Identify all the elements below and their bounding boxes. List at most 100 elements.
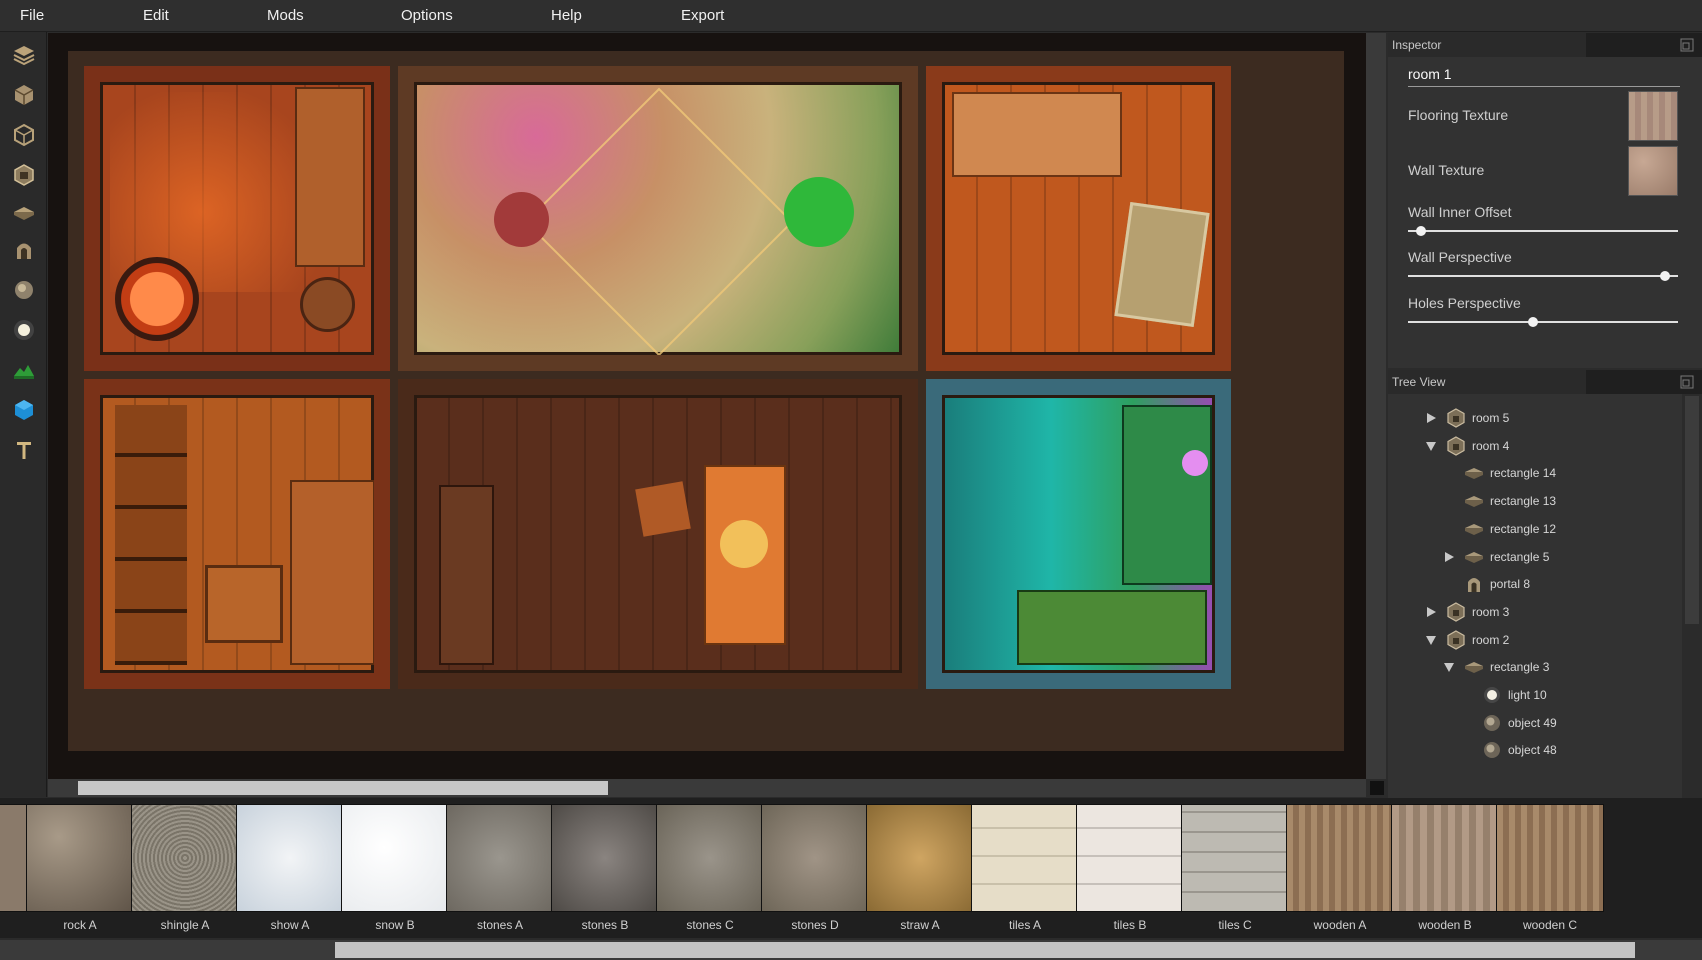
tree-item[interactable]: object 49 [1460, 711, 1557, 735]
tree-item-label: rectangle 5 [1490, 549, 1550, 564]
light-icon[interactable] [11, 317, 37, 343]
texture-tile[interactable] [131, 804, 239, 912]
texture-tile[interactable] [236, 804, 344, 912]
tree-item[interactable]: rectangle 13 [1442, 489, 1556, 513]
cube-icon[interactable] [11, 397, 37, 423]
tree-item[interactable]: room 5 [1424, 406, 1509, 430]
collapse-arrow-icon[interactable] [1424, 605, 1438, 619]
map-vertical-scrollbar[interactable] [1366, 33, 1386, 779]
wall-inner-offset-slider[interactable] [1408, 224, 1678, 238]
menu-edit[interactable]: Edit [143, 7, 169, 24]
texture-strip-scrollbar[interactable] [0, 940, 1702, 960]
tree-item[interactable]: room 4 [1424, 434, 1509, 458]
room-library[interactable] [926, 379, 1231, 689]
tree-item-label: object 49 [1508, 715, 1557, 730]
collapse-arrow-icon[interactable] [1424, 411, 1438, 425]
wall-texture-swatch[interactable] [1628, 146, 1678, 196]
wall-perspective-slider[interactable] [1408, 269, 1678, 283]
restore-icon[interactable] [1680, 375, 1694, 389]
tree-item-label: portal 8 [1490, 577, 1531, 592]
texture-tile[interactable] [26, 804, 134, 912]
terrain-icon[interactable] [11, 357, 37, 383]
room-icon [1446, 629, 1466, 650]
object-icon[interactable] [11, 277, 37, 303]
tree-view-panel: Tree View room 5 room 4 rectangle 14 rectan… [1388, 370, 1702, 798]
tree-item[interactable]: rectangle 14 [1442, 461, 1556, 485]
texture-tile[interactable] [551, 804, 659, 912]
texture-label: tiles C [1218, 918, 1252, 932]
portal-icon[interactable] [11, 237, 37, 263]
tree-scrollbar[interactable] [1682, 394, 1702, 798]
tree-item-label: rectangle 13 [1490, 494, 1557, 509]
room-icon[interactable] [11, 162, 37, 188]
texture-tile[interactable] [656, 804, 764, 912]
map-horizontal-scrollbar[interactable] [48, 779, 1366, 797]
texture-tile[interactable] [1286, 804, 1394, 912]
slider-knob[interactable] [1527, 317, 1538, 327]
barrel-stack [115, 405, 187, 665]
map-viewport[interactable] [48, 33, 1366, 779]
tree-item-label: object 48 [1508, 743, 1557, 758]
restore-icon[interactable] [1680, 38, 1694, 52]
expand-arrow-icon[interactable] [1424, 633, 1438, 647]
menu-export[interactable]: Export [681, 7, 724, 24]
tree-item-label: room 4 [1472, 438, 1510, 453]
texture-tile[interactable] [1076, 804, 1184, 912]
holes-perspective-slider[interactable] [1408, 315, 1678, 329]
texture-label: straw A [900, 918, 940, 932]
object-icon [1482, 713, 1502, 733]
room-name-field[interactable]: room 1 [1408, 63, 1680, 87]
texture-tile[interactable] [761, 804, 869, 912]
wall-perspective-label: Wall Perspective [1408, 249, 1512, 265]
collapse-arrow-icon[interactable] [1442, 550, 1456, 564]
tree-item[interactable]: portal 8 [1442, 572, 1530, 596]
barrel [300, 277, 355, 332]
menu-mods[interactable]: Mods [267, 7, 304, 24]
room-ritual[interactable] [398, 66, 918, 371]
texture-tile[interactable] [1391, 804, 1499, 912]
tree-item[interactable]: rectangle 12 [1442, 517, 1556, 541]
menu-options[interactable]: Options [401, 7, 453, 24]
tree-item-label: rectangle 12 [1490, 521, 1557, 536]
texture-strip-scroll-thumb[interactable] [335, 942, 1635, 958]
menu-help[interactable]: Help [551, 7, 582, 24]
text-icon[interactable] [11, 437, 37, 463]
layers-icon[interactable] [11, 42, 37, 68]
texture-tile[interactable] [1496, 804, 1604, 912]
texture-label: rock A [63, 918, 97, 932]
tree-item[interactable]: rectangle 5 [1442, 545, 1549, 569]
slider-knob[interactable] [1415, 226, 1426, 236]
room-dining[interactable] [398, 379, 918, 689]
bookshelf [1122, 405, 1212, 585]
texture-tile[interactable] [341, 804, 449, 912]
rectangle-icon[interactable] [11, 200, 37, 226]
texture-tile[interactable] [866, 804, 974, 912]
room-bedroom[interactable] [926, 66, 1231, 371]
red-creature [494, 192, 549, 247]
tree-item[interactable]: object 48 [1460, 738, 1557, 762]
tool-table [290, 480, 374, 665]
expand-arrow-icon[interactable] [1424, 439, 1438, 453]
texture-tile[interactable] [446, 804, 554, 912]
tree-item[interactable]: light 10 [1460, 683, 1547, 707]
texture-tile-partial[interactable] [0, 804, 28, 912]
room-storage[interactable] [84, 379, 390, 689]
texture-label: snow B [375, 918, 415, 932]
tree-item[interactable]: room 2 [1424, 628, 1509, 652]
texture-tile[interactable] [971, 804, 1079, 912]
box-icon[interactable] [11, 82, 37, 108]
slider-knob[interactable] [1660, 271, 1671, 281]
menu-file[interactable]: File [20, 7, 44, 24]
room-forge[interactable] [84, 66, 390, 371]
forge-furnace [115, 257, 199, 341]
tree-view-title: Tree View [1392, 375, 1446, 389]
tree-item[interactable]: room 3 [1424, 600, 1509, 624]
texture-tile[interactable] [1181, 804, 1289, 912]
tree-scroll-thumb[interactable] [1685, 396, 1699, 624]
box-outline-icon[interactable] [11, 122, 37, 148]
map-horizontal-scroll-thumb[interactable] [78, 781, 608, 795]
flooring-texture-swatch[interactable] [1628, 91, 1678, 141]
expand-arrow-icon[interactable] [1442, 660, 1456, 674]
tree-item[interactable]: rectangle 3 [1442, 655, 1549, 679]
